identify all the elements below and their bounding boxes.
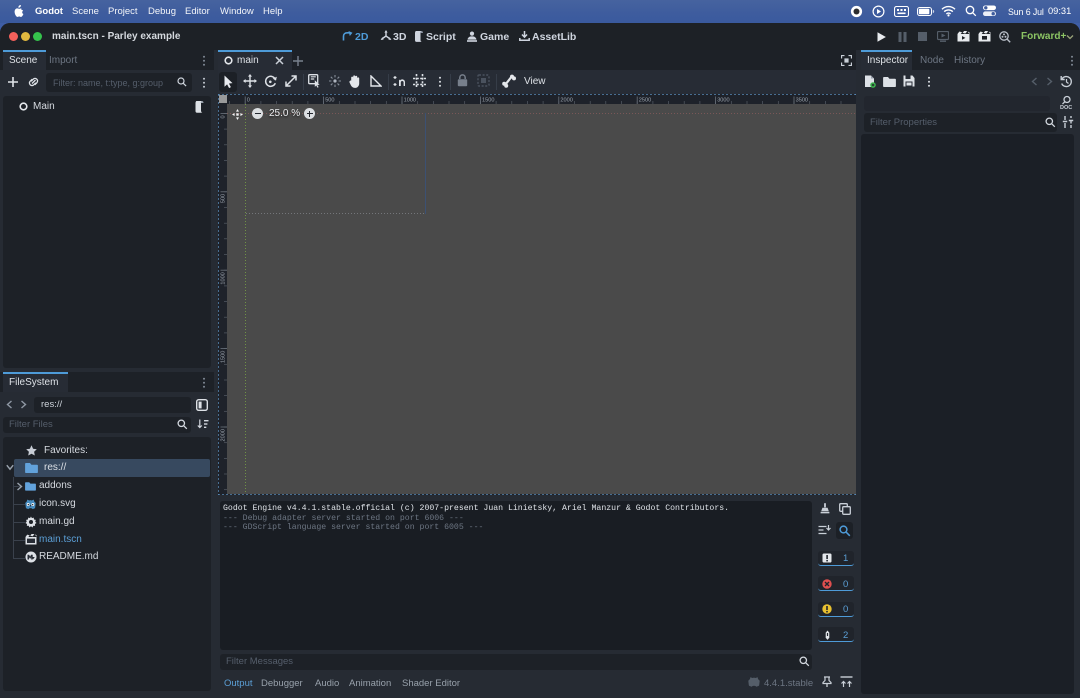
svg-text:0: 0 — [247, 98, 250, 104]
svg-text:3000: 3000 — [717, 98, 729, 104]
svg-text:1000: 1000 — [404, 98, 416, 104]
svg-text:1500: 1500 — [482, 98, 494, 104]
svg-text:0: 0 — [221, 115, 227, 118]
svg-text:500: 500 — [221, 194, 227, 203]
svg-text:1500: 1500 — [221, 351, 227, 363]
svg-text:1000: 1000 — [221, 272, 227, 284]
svg-text:DOC: DOC — [1060, 105, 1072, 110]
svg-text:3500: 3500 — [796, 98, 808, 104]
svg-text:2000: 2000 — [560, 98, 572, 104]
svg-text:500: 500 — [325, 98, 334, 104]
svg-text:2500: 2500 — [639, 98, 651, 104]
svg-text:2000: 2000 — [221, 429, 227, 441]
